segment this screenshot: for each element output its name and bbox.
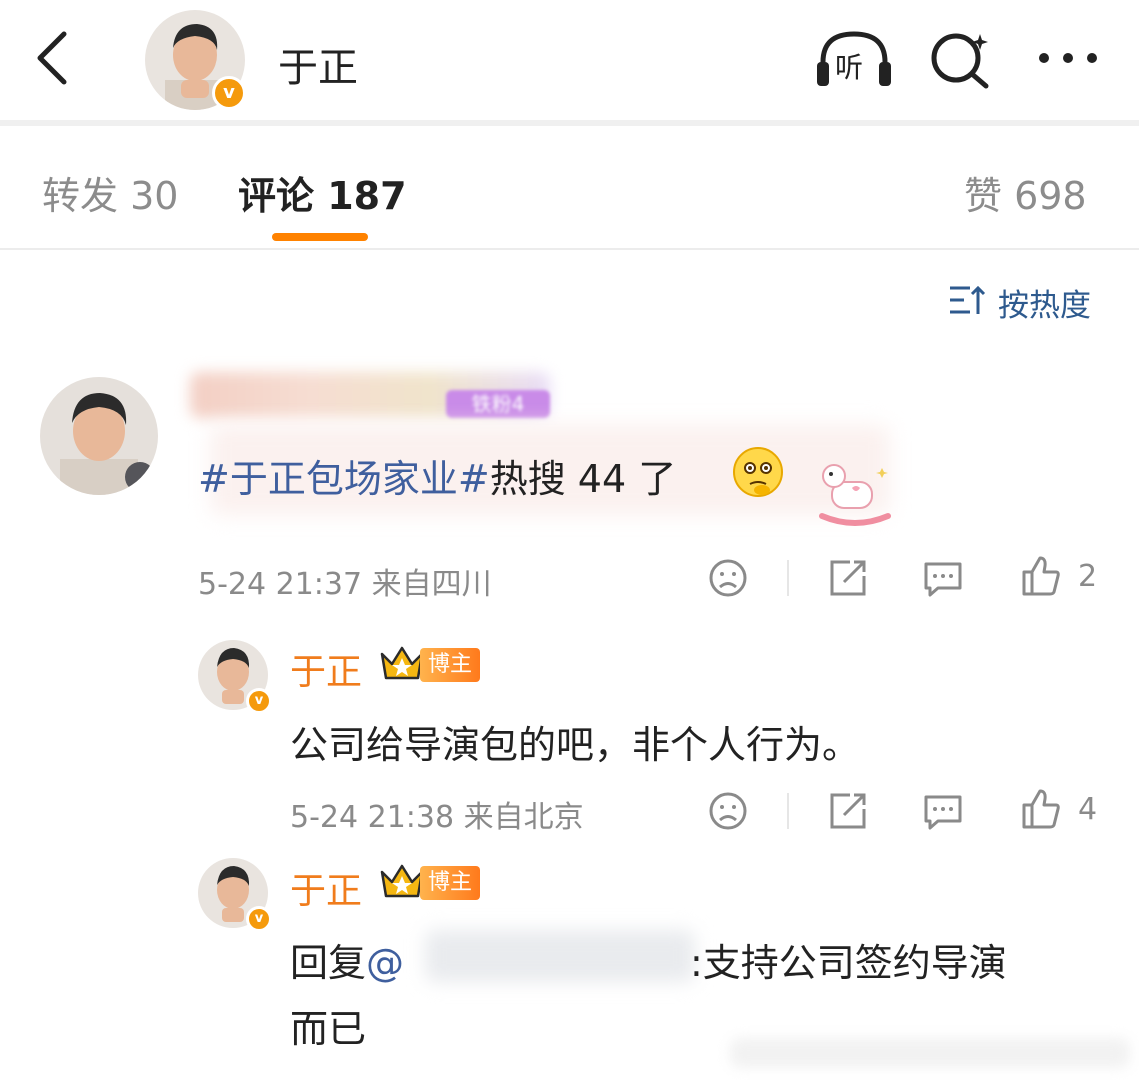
reply-meta: 5-24 21:38 来自北京 — [290, 800, 584, 835]
reply-text: 公司给导演包的吧，非个人行为。 — [290, 723, 861, 767]
dislike-icon[interactable] — [708, 558, 748, 598]
crown-icon — [378, 644, 426, 684]
crown-icon — [378, 862, 426, 902]
comment-text-rest: 热搜 44 了 — [489, 457, 677, 501]
tab-repost[interactable]: 转发 30 — [42, 165, 178, 220]
like-icon[interactable] — [1020, 789, 1060, 829]
verified-icon: v — [246, 906, 272, 932]
comment-meta: 5-24 21:37 来自四川 — [198, 567, 492, 602]
like-icon[interactable] — [1020, 556, 1060, 596]
comment-icon[interactable] — [922, 791, 964, 831]
sort-icon — [950, 285, 986, 314]
top-bar: v 于正 听 — [0, 0, 1139, 120]
fan-level-badge: 铁粉4 — [446, 390, 550, 418]
share-icon[interactable] — [828, 791, 868, 831]
comment-text: #于正包场家业#热搜 44 了 — [198, 448, 676, 503]
more-icon[interactable] — [1036, 50, 1100, 66]
listen-label: 听 — [835, 51, 864, 84]
like-count: 2 — [1078, 559, 1098, 594]
comment-icon[interactable] — [922, 558, 964, 598]
tab-likes[interactable]: 赞 698 — [964, 165, 1087, 220]
action-divider — [787, 560, 789, 596]
verified-icon: v — [212, 76, 246, 110]
share-icon[interactable] — [828, 558, 868, 598]
dislike-icon[interactable] — [708, 791, 748, 831]
author-name[interactable]: 于正 — [290, 862, 362, 914]
verified-icon: v — [246, 688, 272, 714]
page-title: 于正 — [278, 45, 358, 91]
thinking-emoji-icon — [732, 446, 784, 498]
tab-divider — [0, 248, 1139, 250]
blurred-mention — [425, 930, 695, 982]
reply-prefix: 回复@ — [290, 941, 405, 985]
commenter-avatar[interactable] — [40, 377, 158, 495]
watermark — [730, 1038, 1130, 1068]
blogger-badge: 博主 — [420, 648, 481, 682]
like-count: 4 — [1078, 792, 1098, 827]
active-tab-indicator — [272, 233, 368, 241]
listen-button[interactable]: 听 — [815, 28, 893, 90]
reply-text: :支持公司签约导演 — [690, 941, 1007, 985]
tab-comments[interactable]: 评论 187 — [238, 165, 407, 220]
back-icon[interactable] — [30, 30, 74, 86]
action-divider — [787, 793, 789, 829]
sort-label: 按热度 — [998, 288, 1091, 324]
header-divider — [0, 120, 1139, 126]
reply-text-line2: 而已 — [290, 1007, 367, 1051]
topic-link[interactable]: #于正包场家业# — [198, 457, 490, 501]
blogger-badge: 博主 — [420, 866, 481, 900]
author-name[interactable]: 于正 — [290, 643, 362, 695]
pony-sticker-icon — [812, 458, 898, 528]
mention-link[interactable]: @ — [366, 941, 404, 985]
search-icon[interactable] — [928, 28, 992, 90]
